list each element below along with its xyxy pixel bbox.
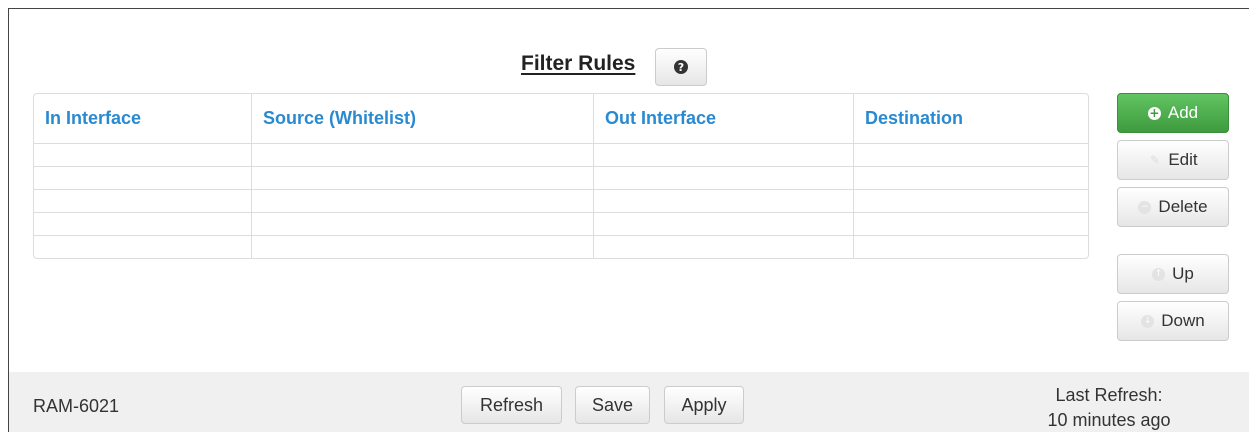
title-row: Filter Rules ?: [9, 48, 1249, 88]
save-button[interactable]: Save: [575, 386, 650, 424]
table-cell: [854, 190, 1088, 213]
column-header-in-interface[interactable]: In Interface: [34, 94, 252, 144]
table-cell: [34, 236, 252, 258]
arrow-up-circle-icon: ↑: [1152, 267, 1166, 281]
footer-bar: RAM-6021 Refresh Save Apply Last Refresh…: [9, 372, 1249, 432]
last-refresh-value: 10 minutes ago: [1047, 410, 1171, 430]
table-cell: [34, 167, 252, 190]
table-cell: [34, 213, 252, 236]
table-cell: [854, 144, 1088, 167]
table-cell: [854, 236, 1088, 258]
table-row[interactable]: [34, 236, 1088, 258]
delete-button-label: Delete: [1158, 197, 1208, 216]
up-button-label: Up: [1172, 264, 1194, 283]
table-cell: [594, 236, 854, 258]
table-cell: [594, 167, 854, 190]
table-header-row: In Interface Source (Whitelist) Out Inte…: [34, 94, 1088, 144]
column-header-destination[interactable]: Destination: [854, 94, 1088, 144]
last-refresh-label: Last Refresh:: [1055, 385, 1163, 405]
down-button[interactable]: ↓ Down: [1117, 301, 1229, 341]
table-cell: [252, 144, 594, 167]
table-row[interactable]: [34, 213, 1088, 236]
edit-button[interactable]: ✎ Edit: [1117, 140, 1229, 180]
table-cell: [854, 167, 1088, 190]
table-cell: [252, 213, 594, 236]
table-row[interactable]: [34, 144, 1088, 167]
table-cell: [252, 167, 594, 190]
plus-circle-icon: +: [1147, 106, 1161, 120]
table-row[interactable]: [34, 167, 1088, 190]
filter-rules-table: In Interface Source (Whitelist) Out Inte…: [33, 93, 1089, 259]
help-button[interactable]: ?: [655, 48, 707, 86]
column-header-out-interface[interactable]: Out Interface: [594, 94, 854, 144]
table-cell: [252, 190, 594, 213]
page-title: Filter Rules: [521, 52, 636, 75]
table-cell: [594, 190, 854, 213]
refresh-button[interactable]: Refresh: [461, 386, 562, 424]
question-circle-icon: ?: [674, 60, 688, 74]
table-cell: [252, 236, 594, 258]
apply-button[interactable]: Apply: [664, 386, 744, 424]
edit-button-label: Edit: [1168, 150, 1198, 169]
up-button[interactable]: ↑ Up: [1117, 254, 1229, 294]
last-refresh-status: Last Refresh: 10 minutes ago: [1029, 383, 1189, 433]
delete-button[interactable]: − Delete: [1117, 187, 1229, 227]
table-cell: [34, 144, 252, 167]
add-button[interactable]: + Add: [1117, 93, 1229, 133]
table-row[interactable]: [34, 190, 1088, 213]
edit-icon: ✎: [1149, 153, 1160, 167]
add-button-label: Add: [1167, 103, 1199, 122]
down-button-label: Down: [1161, 311, 1205, 330]
table-cell: [594, 144, 854, 167]
device-name: RAM-6021: [33, 396, 120, 416]
arrow-down-circle-icon: ↓: [1141, 314, 1155, 328]
table-cell: [594, 213, 854, 236]
table-cell: [34, 190, 252, 213]
table-cell: [854, 213, 1088, 236]
minus-circle-icon: −: [1138, 200, 1152, 214]
column-header-source[interactable]: Source (Whitelist): [252, 94, 594, 144]
